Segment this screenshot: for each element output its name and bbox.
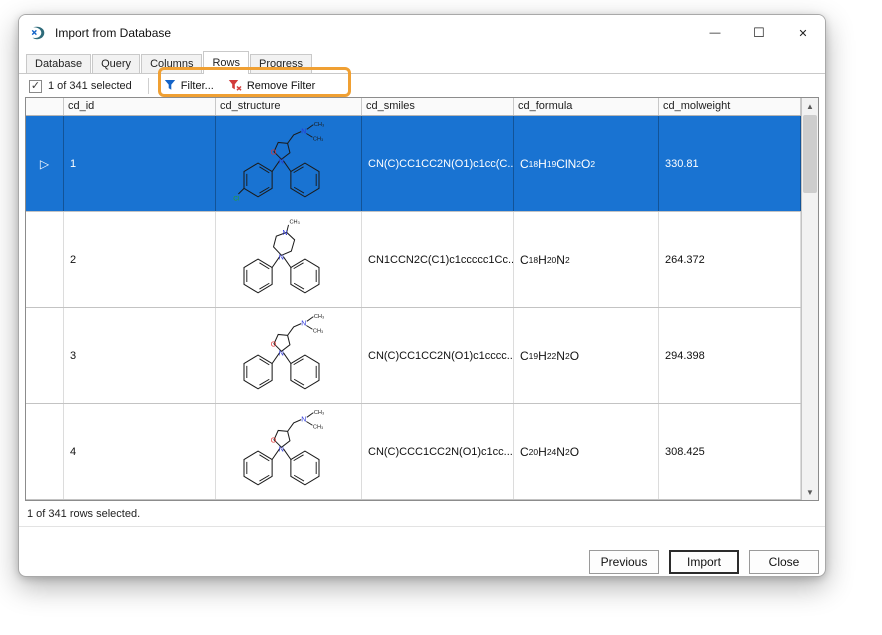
row-selector-cell[interactable] <box>26 404 64 499</box>
tab-rows[interactable]: Rows <box>203 51 249 74</box>
row-selector-cell[interactable] <box>26 308 64 403</box>
filter-button[interactable]: Filter... <box>157 76 221 97</box>
row-selector-cell[interactable] <box>26 212 64 307</box>
status-bar: 1 of 341 rows selected. <box>19 501 825 527</box>
maximize-icon: ☐ <box>753 25 765 40</box>
tab-columns[interactable]: Columns <box>141 54 203 73</box>
tab-database[interactable]: Database <box>26 54 92 73</box>
header-cd-structure[interactable]: cd_structure <box>216 98 362 115</box>
app-icon <box>30 25 47 42</box>
header-row-selector <box>26 98 64 115</box>
table-row[interactable]: 2 CN1CCN2C(C1)c1ccccc1Cc... C 18 H 20 N 2 264… <box>26 212 801 308</box>
remove-filter-button-label: Remove Filter <box>246 80 316 92</box>
selection-count-label: 1 of 341 selected <box>48 80 132 92</box>
results-grid: cd_id cd_structure cd_smiles cd_formula … <box>25 97 819 501</box>
window-controls: — ☐ ✕ <box>693 15 825 51</box>
row-selector-cell[interactable]: ▷ <box>26 116 64 211</box>
scrollbar-thumb[interactable] <box>803 115 817 193</box>
cd-molweight-cell: 308.425 <box>659 404 801 499</box>
cd-structure-cell <box>216 212 362 307</box>
cd-smiles-cell: CN(C)CCC1CC2N(O1)c1cc... <box>362 404 514 499</box>
grid-body: cd_id cd_structure cd_smiles cd_formula … <box>26 98 801 500</box>
cd-molweight-cell: 264.372 <box>659 212 801 307</box>
title-bar[interactable]: Import from Database — ☐ ✕ <box>19 15 825 51</box>
import-from-database-dialog: Import from Database — ☐ ✕ Database Quer… <box>18 14 826 577</box>
table-row[interactable]: 4 CN(C)CCC1CC2N(O1)c1cc... C 20 H 24 N 2 O 308… <box>26 404 801 500</box>
minimize-icon: — <box>709 27 721 39</box>
header-cd-molweight[interactable]: cd_molweight <box>659 98 801 115</box>
filter-button-label: Filter... <box>180 80 214 92</box>
minimize-button[interactable]: — <box>693 15 737 51</box>
header-cd-id[interactable]: cd_id <box>64 98 216 115</box>
previous-button[interactable]: Previous <box>589 550 659 574</box>
select-all-checkbox[interactable]: ✓ <box>29 79 42 93</box>
cd-smiles-cell: CN1CCN2C(C1)c1ccccc1Cc... <box>362 212 514 307</box>
cd-structure-cell <box>216 404 362 499</box>
header-cd-smiles[interactable]: cd_smiles <box>362 98 514 115</box>
cd-molweight-cell: 330.81 <box>659 116 801 211</box>
header-cd-formula[interactable]: cd_formula <box>514 98 659 115</box>
current-row-marker-icon: ▷ <box>39 156 50 171</box>
close-icon: ✕ <box>798 27 808 40</box>
table-row[interactable]: 3 CN(C)CC1CC2N(O1)c1cccc... C 19 H 22 N 2 O 29… <box>26 308 801 404</box>
cd-formula-cell: C 18 H 20 N 2 <box>514 212 659 307</box>
window-title: Import from Database <box>55 26 172 40</box>
maximize-button[interactable]: ☐ <box>737 15 781 51</box>
import-button[interactable]: Import <box>669 550 739 574</box>
molecule-structure <box>232 121 325 203</box>
tab-query[interactable]: Query <box>92 54 141 73</box>
toolbar-separator <box>147 78 149 94</box>
vertical-scrollbar[interactable]: ▲ ▼ <box>801 98 818 500</box>
cd-smiles-cell: CN(C)CC1CC2N(O1)c1cc(C... <box>362 116 514 211</box>
cd-id-cell: 2 <box>64 212 216 307</box>
cd-formula-cell: C 20 H 24 N 2 O <box>514 404 659 499</box>
molecule-structure <box>242 218 320 293</box>
tab-progress[interactable]: Progress <box>249 54 313 73</box>
scroll-down-icon[interactable]: ▼ <box>802 484 818 500</box>
molecule-structure <box>242 313 325 389</box>
cd-structure-cell <box>216 308 362 403</box>
remove-filter-button[interactable]: Remove Filter <box>221 76 322 97</box>
cd-id-cell: 1 <box>64 116 216 211</box>
remove-filter-funnel-icon <box>228 79 242 94</box>
cd-id-cell: 4 <box>64 404 216 499</box>
scroll-up-icon[interactable]: ▲ <box>802 98 818 114</box>
cd-smiles-cell: CN(C)CC1CC2N(O1)c1cccc... <box>362 308 514 403</box>
cd-formula-cell: C 19 H 22 N 2 O <box>514 308 659 403</box>
molecule-structure <box>242 409 325 485</box>
rows-toolbar: ✓ 1 of 341 selected Filter... Remove Fil… <box>19 74 825 98</box>
cd-formula-cell: C 18 H 19 ClN 2 O 2 <box>514 116 659 211</box>
cd-molweight-cell: 294.398 <box>659 308 801 403</box>
desktop: { "window": { "title": "Import from Data… <box>0 0 882 635</box>
tab-strip: Database Query Columns Rows Progress <box>19 51 825 74</box>
filter-funnel-icon <box>164 79 176 94</box>
close-dialog-button[interactable]: Close <box>749 550 819 574</box>
grid-header-row: cd_id cd_structure cd_smiles cd_formula … <box>26 98 801 116</box>
cd-id-cell: 3 <box>64 308 216 403</box>
close-button[interactable]: ✕ <box>781 15 825 51</box>
status-text: 1 of 341 rows selected. <box>27 507 141 520</box>
checkmark-icon: ✓ <box>30 79 41 92</box>
table-row[interactable]: ▷ 1 CN(C)CC1CC2N(O1)c1cc(C... C 18 H 19 ClN 2… <box>26 116 801 212</box>
cd-structure-cell <box>216 116 362 211</box>
